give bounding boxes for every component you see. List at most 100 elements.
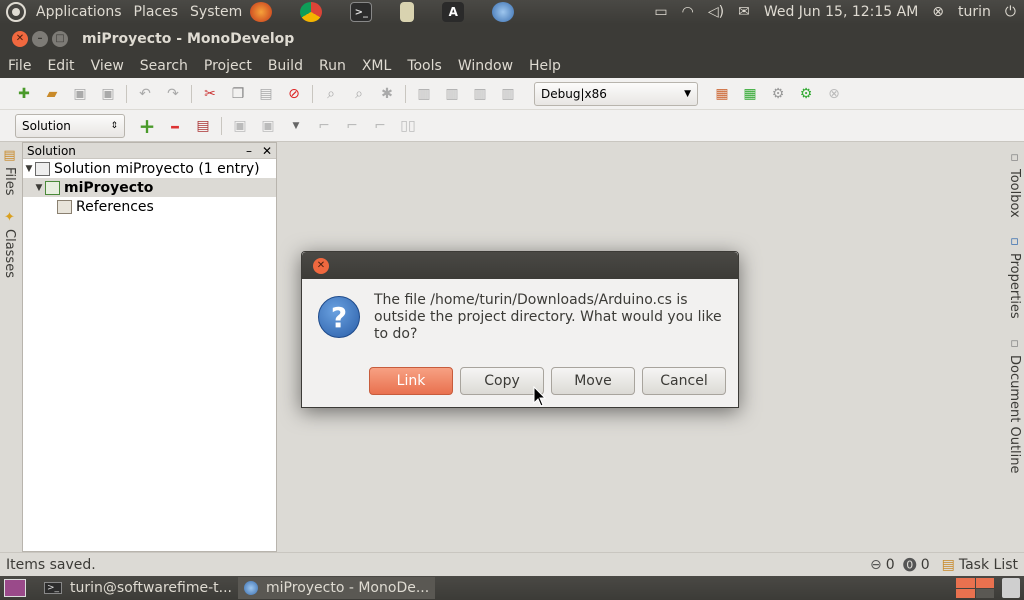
- document-outline-tab[interactable]: ▫ Document Outline: [1007, 336, 1022, 474]
- toolbox-tab-label: Toolbox: [1007, 169, 1022, 218]
- expand-arrow-icon[interactable]: ▼: [23, 164, 35, 174]
- mail-icon[interactable]: ✉: [738, 4, 750, 20]
- top-panel: Applications Places System >_ A ▭ ◠ ◁) ✉…: [0, 0, 1024, 24]
- expand-arrow-icon[interactable]: ▼: [33, 183, 45, 193]
- open-file-icon[interactable]: ▰: [43, 85, 61, 103]
- monodevelop-icon: [244, 581, 259, 595]
- menu-tools[interactable]: Tools: [399, 58, 450, 74]
- new-file-icon[interactable]: ✚: [15, 85, 33, 103]
- workspace-switcher[interactable]: [956, 578, 994, 598]
- undo-icon[interactable]: ↶: [136, 85, 154, 103]
- menu-run[interactable]: Run: [311, 58, 354, 74]
- window-minimize-button[interactable]: –: [32, 31, 48, 47]
- cancel-button[interactable]: Cancel: [642, 367, 726, 395]
- properties-icon[interactable]: ▤: [194, 117, 212, 135]
- tree-row-solution[interactable]: ▼ Solution miProyecto (1 entry): [23, 159, 276, 178]
- add-icon[interactable]: +: [138, 114, 156, 138]
- properties-tab[interactable]: ▫ Properties: [1007, 234, 1022, 319]
- taskbar-terminal[interactable]: >_ turin@softwarefime-t...: [38, 577, 238, 599]
- chevron-down-icon: ▼: [684, 88, 691, 99]
- move-button[interactable]: Move: [551, 367, 635, 395]
- user-menu[interactable]: turin: [958, 4, 991, 20]
- menu-build[interactable]: Build: [260, 58, 311, 74]
- pad-selector-combo[interactable]: Solution ⇕: [15, 113, 125, 138]
- classes-icon: ✦: [2, 210, 17, 225]
- chrome-icon[interactable]: [300, 2, 323, 22]
- menu-window[interactable]: Window: [450, 58, 521, 74]
- indent-icon[interactable]: ▥: [415, 85, 433, 103]
- task-list-button[interactable]: Task List: [959, 557, 1018, 573]
- build-icon[interactable]: ▦: [713, 85, 731, 103]
- toggle-b-icon[interactable]: ⌐: [343, 117, 361, 135]
- trash-icon[interactable]: [1002, 578, 1020, 598]
- wifi-icon[interactable]: ◠: [682, 4, 694, 20]
- tree-row-references[interactable]: References: [23, 197, 276, 216]
- options-dropdown-icon[interactable]: ▼: [287, 117, 305, 135]
- menu-project[interactable]: Project: [196, 58, 260, 74]
- warning-count[interactable]: 0: [921, 557, 930, 573]
- files-icon: ▤: [2, 148, 17, 163]
- delete-icon[interactable]: ⊘: [285, 85, 303, 103]
- redo-icon[interactable]: ↷: [164, 85, 182, 103]
- save-icon[interactable]: ▣: [71, 85, 89, 103]
- clock[interactable]: Wed Jun 15, 12:15 AM: [764, 4, 918, 20]
- dialog-close-button[interactable]: ✕: [313, 257, 329, 274]
- configuration-value: Debug|x86: [541, 86, 607, 101]
- menu-file[interactable]: File: [0, 58, 39, 74]
- classes-tab[interactable]: ✦ Classes: [2, 210, 17, 278]
- tree-row-project[interactable]: ▼ miProyecto: [23, 178, 276, 197]
- pad-close-icon[interactable]: ✕: [262, 144, 272, 158]
- collapse-icon[interactable]: ▣: [231, 117, 249, 135]
- run-icon[interactable]: ⚙: [797, 85, 815, 103]
- show-desktop-icon[interactable]: [4, 579, 26, 597]
- prev-bookmark-icon[interactable]: ▥: [443, 85, 461, 103]
- taskbar-monodevelop[interactable]: miProyecto - MonoDe...: [238, 577, 436, 599]
- arduino-icon[interactable]: A: [442, 2, 465, 22]
- battery-icon[interactable]: ▭: [654, 4, 667, 20]
- save-all-icon[interactable]: ▣: [99, 85, 117, 103]
- system-tray: ▭ ◠ ◁) ✉ Wed Jun 15, 12:15 AM ⊗ turin ⏻: [654, 0, 1024, 24]
- find-icon[interactable]: ⌕: [322, 85, 340, 103]
- toggle-c-icon[interactable]: ⌐: [371, 117, 389, 135]
- power-icon[interactable]: ⏻: [1005, 4, 1016, 20]
- cut-icon[interactable]: ✂: [201, 85, 219, 103]
- toggle-d-icon[interactable]: ▯▯: [399, 117, 417, 135]
- paste-icon[interactable]: ▤: [257, 85, 275, 103]
- menu-search[interactable]: Search: [132, 58, 196, 74]
- copy-button[interactable]: Copy: [460, 367, 544, 395]
- menu-edit[interactable]: Edit: [39, 58, 82, 74]
- firefox-icon[interactable]: [250, 2, 273, 22]
- file-location-dialog: ✕ ? The file /home/turin/Downloads/Ardui…: [301, 251, 739, 408]
- menu-help[interactable]: Help: [521, 58, 569, 74]
- menu-view[interactable]: View: [83, 58, 132, 74]
- monodevelop-icon[interactable]: [492, 2, 515, 22]
- remove-icon[interactable]: –: [166, 114, 184, 138]
- toggle-a-icon[interactable]: ⌐: [315, 117, 333, 135]
- system-menu[interactable]: System: [184, 4, 248, 20]
- clean-icon[interactable]: ⚙: [769, 85, 787, 103]
- replace-icon[interactable]: ✱: [378, 85, 396, 103]
- rebuild-icon[interactable]: ▦: [741, 85, 759, 103]
- volume-icon[interactable]: ◁): [708, 4, 724, 20]
- find-in-files-icon[interactable]: ⌕: [350, 85, 368, 103]
- terminal-icon[interactable]: >_: [350, 2, 373, 22]
- right-pad-strip: ▫ Toolbox ▫ Properties ▫ Document Outlin…: [1004, 142, 1024, 552]
- error-count[interactable]: 0: [886, 557, 895, 573]
- applications-menu[interactable]: Applications: [30, 4, 128, 20]
- link-button[interactable]: Link: [369, 367, 453, 395]
- pad-minimize-icon[interactable]: –: [246, 144, 252, 158]
- media-icon[interactable]: [400, 2, 415, 22]
- copy-icon[interactable]: ❐: [229, 85, 247, 103]
- places-menu[interactable]: Places: [128, 4, 185, 20]
- menu-xml[interactable]: XML: [354, 58, 399, 74]
- configuration-combo[interactable]: Debug|x86 ▼: [534, 81, 698, 106]
- files-tab[interactable]: ▤ Files: [2, 148, 17, 196]
- stop-icon[interactable]: ⊗: [825, 85, 843, 103]
- ubuntu-logo-icon[interactable]: [6, 2, 26, 22]
- next-bookmark-icon[interactable]: ▥: [471, 85, 489, 103]
- window-close-button[interactable]: ✕: [12, 31, 28, 47]
- bookmark-icon[interactable]: ▥: [499, 85, 517, 103]
- toolbox-tab[interactable]: ▫ Toolbox: [1007, 150, 1022, 218]
- window-maximize-button[interactable]: □: [52, 31, 68, 47]
- sync-icon[interactable]: ▣: [259, 117, 277, 135]
